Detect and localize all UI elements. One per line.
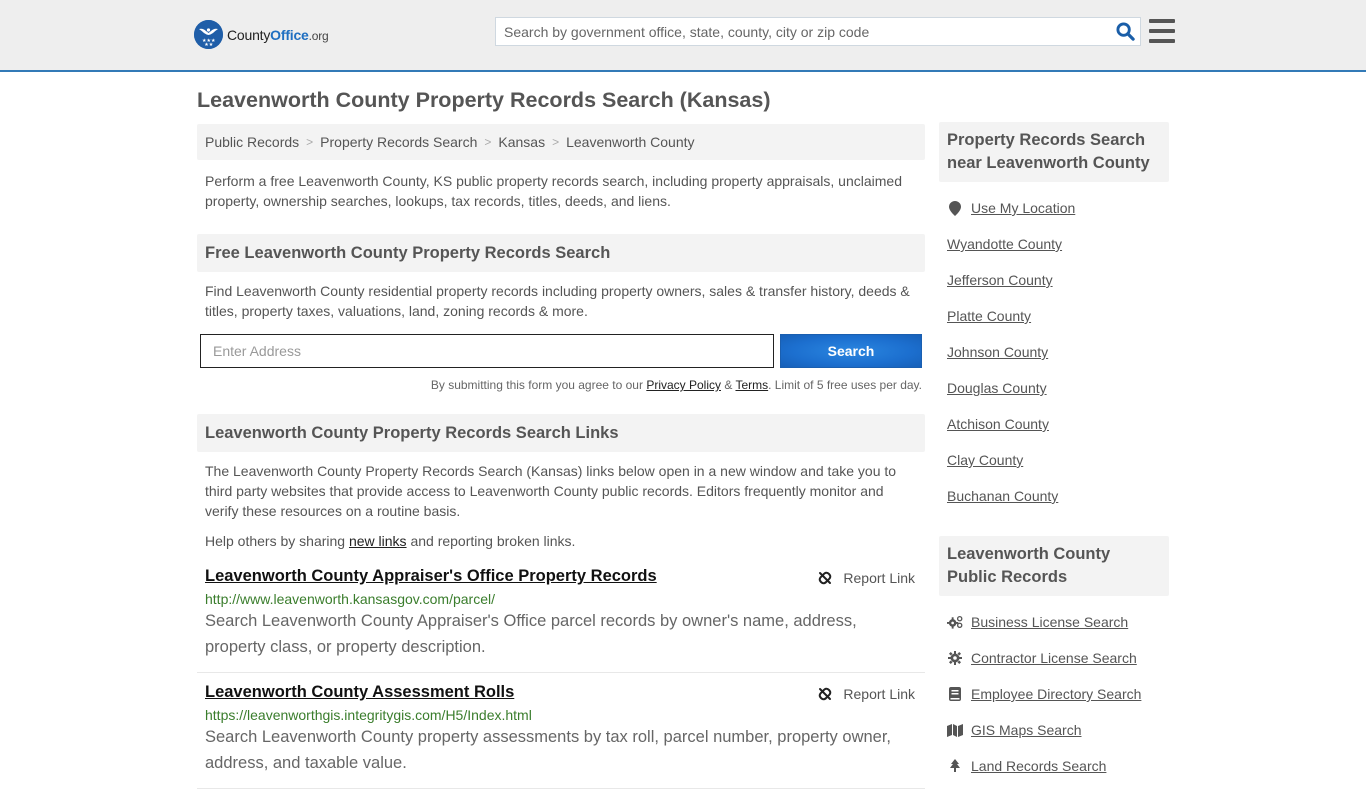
nearby-county-link[interactable]: Buchanan County	[947, 488, 1058, 504]
book-icon	[947, 687, 963, 701]
tree-icon	[947, 759, 963, 773]
map-icon	[947, 723, 963, 737]
nearby-item: Douglas County	[947, 370, 1161, 406]
page-title: Leavenworth County Property Records Sear…	[197, 88, 771, 112]
logo-org: .org	[308, 28, 329, 43]
report-link-label: Report Link	[843, 570, 915, 586]
public-record-item: GIS Maps Search	[947, 712, 1161, 748]
free-search-text: Find Leavenworth County residential prop…	[205, 283, 910, 319]
public-record-item: Employee Directory Search	[947, 676, 1161, 712]
breadcrumb-separator: >	[306, 135, 314, 149]
main-content: Public Records > Property Records Search…	[197, 124, 925, 789]
public-record-item: Land Records Search	[947, 748, 1161, 784]
resource-link-description: Search Leavenworth County property asses…	[205, 728, 892, 772]
disclaimer-text: By submitting this form you agree to our	[430, 378, 647, 392]
public-record-item: Business License Search	[947, 604, 1161, 640]
help-post: and reporting broken links.	[406, 533, 576, 549]
nearby-item: Buchanan County	[947, 478, 1161, 514]
business-license-search-link[interactable]: Business License Search	[971, 614, 1128, 630]
breadcrumb-public-records[interactable]: Public Records	[205, 134, 299, 150]
resource-link-url: http://www.leavenworth.kansasgov.com/par…	[205, 591, 495, 607]
resource-link-description: Search Leavenworth County Appraiser's Of…	[205, 612, 857, 656]
gears-icon	[947, 615, 963, 629]
public-record-item: Contractor License Search	[947, 640, 1161, 676]
menu-bar	[1149, 19, 1175, 23]
logo-county: County	[227, 26, 271, 43]
links-section-text: The Leavenworth County Property Records …	[205, 463, 897, 519]
nearby-county-link[interactable]: Wyandotte County	[947, 236, 1062, 252]
nearby-item: Wyandotte County	[947, 226, 1161, 262]
gear-icon	[947, 651, 963, 665]
menu-bar	[1149, 39, 1175, 43]
land-records-search-link[interactable]: Land Records Search	[971, 758, 1106, 774]
resource-link-title[interactable]: Leavenworth County Assessment Rolls	[205, 683, 514, 702]
nearby-item: Clay County	[947, 442, 1161, 478]
links-section-heading: Leavenworth County Property Records Sear…	[197, 414, 925, 452]
free-search-heading: Free Leavenworth County Property Records…	[197, 234, 925, 272]
breadcrumb-separator: >	[552, 135, 560, 149]
nearby-item: Jefferson County	[947, 262, 1161, 298]
form-disclaimer: By submitting this form you agree to our…	[197, 378, 925, 392]
new-links-link[interactable]: new links	[349, 533, 407, 549]
nearby-item: Atchison County	[947, 406, 1161, 442]
address-search-button[interactable]: Search	[780, 334, 922, 368]
resource-link-item: Leavenworth County Appraiser's Office Pr…	[197, 567, 925, 673]
site-search	[495, 17, 1141, 46]
nearby-item: Platte County	[947, 298, 1161, 334]
broken-link-icon	[819, 571, 832, 585]
disclaimer-limit: . Limit of 5 free uses per day.	[768, 378, 922, 392]
nearby-county-link[interactable]: Johnson County	[947, 344, 1048, 360]
nearby-county-link[interactable]: Clay County	[947, 452, 1023, 468]
breadcrumb-property-records-search[interactable]: Property Records Search	[320, 134, 477, 150]
logo-text: CountyOffice.org	[227, 27, 329, 43]
hamburger-menu-icon[interactable]	[1149, 19, 1175, 43]
search-icon[interactable]	[1110, 18, 1140, 45]
public-records-heading: Leavenworth County Public Records	[939, 536, 1169, 596]
nearby-county-link[interactable]: Platte County	[947, 308, 1031, 324]
disclaimer-amp: &	[721, 378, 736, 392]
nearby-county-link[interactable]: Jefferson County	[947, 272, 1053, 288]
intro-text: Perform a free Leavenworth County, KS pu…	[205, 173, 902, 209]
address-search-form: Search	[197, 334, 925, 368]
report-link-button[interactable]: Report Link	[817, 570, 915, 586]
broken-link-icon	[819, 687, 832, 701]
breadcrumb-kansas[interactable]: Kansas	[498, 134, 545, 150]
breadcrumb-separator: >	[484, 135, 492, 149]
map-marker-icon	[947, 200, 963, 216]
resource-link-item: Leavenworth County Assessment Rolls Repo…	[197, 673, 925, 789]
report-link-button[interactable]: Report Link	[817, 686, 915, 702]
report-link-label: Report Link	[843, 686, 915, 702]
help-pre: Help others by sharing	[205, 533, 349, 549]
employee-directory-search-link[interactable]: Employee Directory Search	[971, 686, 1141, 702]
resource-link-title[interactable]: Leavenworth County Appraiser's Office Pr…	[205, 567, 657, 586]
public-records-list: Business License Search Contractor Licen…	[939, 604, 1169, 784]
use-my-location-link[interactable]: Use My Location	[971, 200, 1075, 216]
sidebar: Property Records Search near Leavenworth…	[939, 122, 1169, 784]
svg-text:★: ★	[209, 42, 214, 48]
privacy-policy-link[interactable]: Privacy Policy	[646, 378, 721, 392]
menu-bar	[1149, 29, 1175, 33]
address-input[interactable]	[200, 334, 774, 368]
nearby-list: Use My Location Wyandotte County Jeffers…	[939, 190, 1169, 514]
nearby-county-link[interactable]: Atchison County	[947, 416, 1049, 432]
site-header: ★ ★ ★ ★ ★ CountyOffice.org	[0, 0, 1366, 72]
contractor-license-search-link[interactable]: Contractor License Search	[971, 650, 1137, 666]
breadcrumb: Public Records > Property Records Search…	[197, 124, 925, 160]
nearby-heading: Property Records Search near Leavenworth…	[939, 122, 1169, 182]
resource-link-url: https://leavenworthgis.integritygis.com/…	[205, 707, 532, 723]
nearby-county-link[interactable]: Douglas County	[947, 380, 1047, 396]
terms-link[interactable]: Terms	[735, 378, 768, 392]
breadcrumb-current: Leavenworth County	[566, 134, 695, 150]
help-text: Help others by sharing new links and rep…	[197, 531, 925, 551]
site-logo[interactable]: ★ ★ ★ ★ ★ CountyOffice.org	[194, 20, 329, 49]
site-search-input[interactable]	[496, 18, 1110, 45]
use-location-item: Use My Location	[947, 190, 1161, 226]
logo-office: Office	[270, 26, 309, 43]
gis-maps-search-link[interactable]: GIS Maps Search	[971, 722, 1082, 738]
nearby-item: Johnson County	[947, 334, 1161, 370]
eagle-logo-icon: ★ ★ ★ ★ ★	[194, 20, 223, 49]
